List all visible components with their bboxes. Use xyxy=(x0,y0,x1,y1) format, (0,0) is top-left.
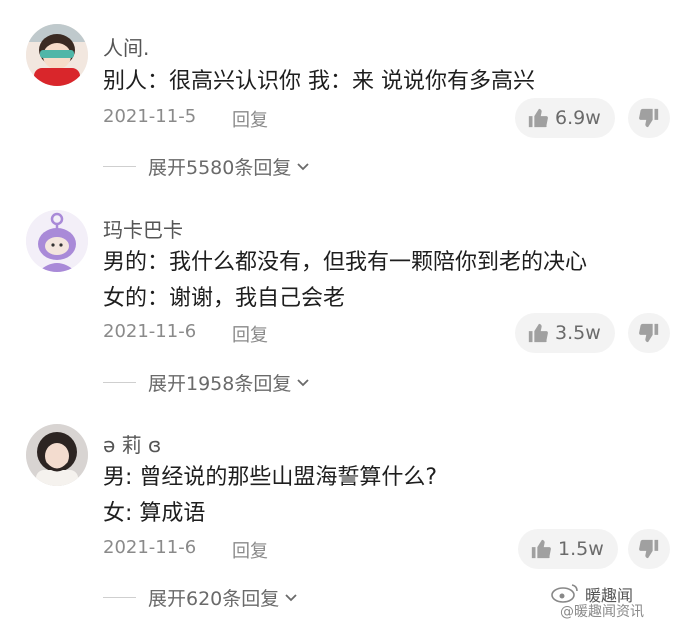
username[interactable]: 人间. xyxy=(103,32,149,61)
comment-date: 2021-11-6 xyxy=(103,537,197,558)
avatar-photo-girl-icon xyxy=(26,424,88,486)
comment-text: 男的：我什么都没有，但我有一颗陪你到老的决心 xyxy=(103,250,588,275)
comment-text: 女: 算成语 xyxy=(103,501,206,526)
reply-button[interactable]: 回复 xyxy=(232,321,268,347)
avatar-purple-teletubby-icon xyxy=(26,210,88,272)
dislike-button[interactable] xyxy=(628,98,670,138)
like-count: 1.5w xyxy=(558,538,604,560)
expand-replies-button[interactable]: 展开1958条回复 xyxy=(103,370,311,395)
thumbs-up-icon xyxy=(528,108,548,128)
divider xyxy=(103,165,136,167)
chevron-down-icon xyxy=(297,163,309,171)
comment-text: 别人：很高兴认识你 我：来 说说你有多高兴 xyxy=(103,69,535,94)
expand-replies-button[interactable]: 展开620条回复 xyxy=(103,585,299,610)
username[interactable]: 玛卡巴卡 xyxy=(103,214,183,243)
comment-text: 男: 曾经说的那些山盟海誓算什么? xyxy=(103,465,438,490)
watermark-handle: @暖趣闻资讯 xyxy=(560,604,644,620)
like-button[interactable]: 3.5w xyxy=(515,313,615,353)
username[interactable]: ə 莉 ɞ xyxy=(103,429,161,458)
dislike-button[interactable] xyxy=(628,529,670,569)
reply-button[interactable]: 回复 xyxy=(232,537,268,563)
avatar[interactable] xyxy=(26,24,88,86)
reply-button[interactable]: 回复 xyxy=(232,106,268,132)
chevron-down-icon xyxy=(297,379,309,387)
avatar-photo-girl-red-icon xyxy=(26,24,88,86)
divider xyxy=(103,596,136,598)
expand-replies-label: 展开1958条回复 xyxy=(148,372,292,395)
avatar[interactable] xyxy=(26,210,88,272)
thumbs-down-icon xyxy=(639,108,659,128)
watermark: 暖趣闻 @暖趣闻资讯 xyxy=(540,580,690,625)
thumbs-down-icon xyxy=(639,323,659,343)
expand-replies-button[interactable]: 展开5580条回复 xyxy=(103,154,311,179)
comment-date: 2021-11-5 xyxy=(103,106,197,127)
like-button[interactable]: 1.5w xyxy=(518,529,618,569)
thumbs-up-icon xyxy=(528,323,548,343)
like-button[interactable]: 6.9w xyxy=(515,98,615,138)
thumbs-down-icon xyxy=(639,539,659,559)
avatar[interactable] xyxy=(26,424,88,486)
thumbs-up-icon xyxy=(531,539,551,559)
expand-replies-label: 展开620条回复 xyxy=(148,587,280,610)
like-count: 3.5w xyxy=(555,322,601,344)
comment-date: 2021-11-6 xyxy=(103,321,197,342)
chevron-down-icon xyxy=(285,594,297,602)
like-count: 6.9w xyxy=(555,107,601,129)
divider xyxy=(103,381,136,383)
dislike-button[interactable] xyxy=(628,313,670,353)
comment-text: 女的：谢谢，我自己会老 xyxy=(103,286,346,311)
expand-replies-label: 展开5580条回复 xyxy=(148,156,292,179)
